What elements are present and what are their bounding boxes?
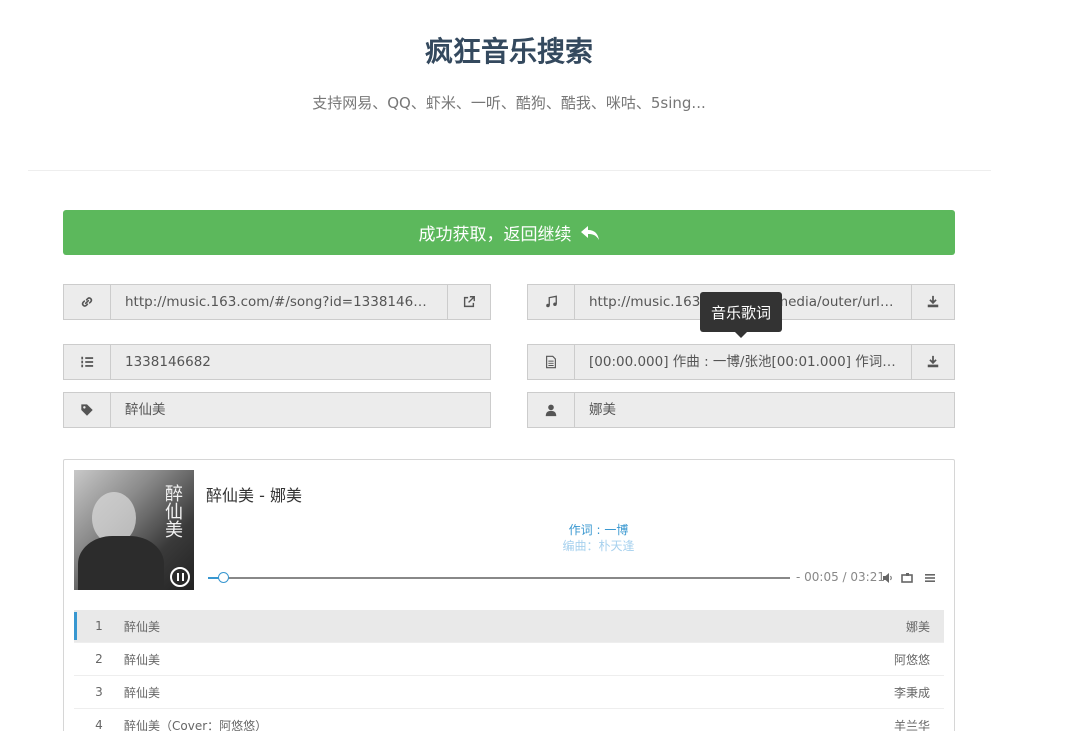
lyrics-tooltip: 音乐歌词 bbox=[700, 292, 782, 338]
list-item-index: 1 bbox=[95, 619, 103, 633]
list-item[interactable]: 1 醉仙美 娜美 bbox=[74, 610, 944, 643]
player-song-title: 醉仙美 - 娜美 bbox=[206, 486, 302, 505]
list-item-index: 4 bbox=[95, 718, 103, 731]
playlist: 1 醉仙美 娜美 2 醉仙美 阿悠悠 3 醉仙美 李秉成 4 醉仙美（Cover… bbox=[74, 610, 944, 731]
success-label: 成功获取，返回继续 bbox=[418, 225, 572, 245]
download-icon bbox=[927, 295, 939, 308]
artist-value[interactable]: 娜美 bbox=[575, 393, 954, 427]
page-title: 疯狂音乐搜索 bbox=[424, 35, 593, 68]
list-item-index: 3 bbox=[95, 685, 103, 699]
lyric-current-line: 作词 : 一博 bbox=[568, 523, 629, 537]
list-item-name: 醉仙美 bbox=[124, 619, 161, 634]
cover-figure-body bbox=[78, 536, 164, 590]
external-link-icon bbox=[463, 296, 475, 308]
user-icon bbox=[528, 393, 575, 427]
playlist-menu-icon[interactable] bbox=[924, 572, 936, 584]
list-item[interactable]: 3 醉仙美 李秉成 bbox=[74, 676, 944, 709]
list-item-artist: 阿悠悠 bbox=[893, 652, 930, 667]
progress-thumb[interactable] bbox=[218, 572, 229, 583]
download-icon bbox=[927, 355, 939, 368]
list-item-name: 醉仙美（Cover：阿悠悠） bbox=[124, 718, 268, 731]
song-id-value[interactable]: 1338146682 bbox=[111, 345, 490, 379]
list-item[interactable]: 2 醉仙美 阿悠悠 bbox=[74, 643, 944, 676]
loop-icon[interactable] bbox=[901, 572, 913, 584]
back-continue-button[interactable]: 成功获取，返回继续 bbox=[63, 210, 955, 255]
volume-icon[interactable] bbox=[882, 572, 894, 584]
lyric-next-line: 编曲：朴天逢 bbox=[562, 539, 635, 553]
divider bbox=[28, 170, 991, 171]
link-icon bbox=[64, 285, 111, 319]
list-item-artist: 羊兰华 bbox=[893, 718, 930, 731]
list-item-artist: 李秉成 bbox=[893, 685, 930, 700]
open-link-button[interactable] bbox=[447, 285, 490, 319]
progress-bar[interactable] bbox=[208, 572, 790, 583]
music-player: 醉仙美 醉仙美 - 娜美 作词 : 一博 编曲：朴天逢 - 00:05 / 03… bbox=[63, 459, 955, 731]
album-cover: 醉仙美 bbox=[74, 470, 194, 590]
song-name-field: 醉仙美 bbox=[63, 392, 491, 428]
list-item-artist: 娜美 bbox=[905, 619, 930, 634]
play-time: - 00:05 / 03:21 bbox=[796, 570, 885, 584]
list-ol-icon bbox=[64, 345, 111, 379]
music-icon bbox=[528, 285, 575, 319]
artist-field: 娜美 bbox=[527, 392, 955, 428]
cover-text: 醉仙美 bbox=[162, 484, 183, 538]
list-item-name: 醉仙美 bbox=[124, 652, 161, 667]
page-subtitle: 支持网易、QQ、虾米、一听、酷狗、酷我、咪咕、5sing... bbox=[312, 94, 706, 112]
reply-icon bbox=[580, 225, 599, 240]
song-id-field: 1338146682 bbox=[63, 344, 491, 380]
list-item-name: 醉仙美 bbox=[124, 685, 161, 700]
song-name-value[interactable]: 醉仙美 bbox=[111, 393, 490, 427]
file-text-icon bbox=[528, 345, 575, 379]
list-item[interactable]: 4 醉仙美（Cover：阿悠悠） 羊兰华 bbox=[74, 709, 944, 731]
list-item-index: 2 bbox=[95, 652, 103, 666]
lyrics-field: [00:00.000] 作曲 : 一博/张池[00:01.000] 作词 : 一… bbox=[527, 344, 955, 380]
pause-button[interactable] bbox=[170, 567, 190, 587]
song-link-field: http://music.163.com/#/song?id=133814668… bbox=[63, 284, 491, 320]
tag-icon bbox=[64, 393, 111, 427]
download-song-button[interactable] bbox=[911, 285, 954, 319]
download-lyrics-button[interactable] bbox=[911, 345, 954, 379]
song-link-value[interactable]: http://music.163.com/#/song?id=133814668… bbox=[111, 285, 447, 319]
lyrics-value[interactable]: [00:00.000] 作曲 : 一博/张池[00:01.000] 作词 : 一… bbox=[575, 345, 911, 379]
